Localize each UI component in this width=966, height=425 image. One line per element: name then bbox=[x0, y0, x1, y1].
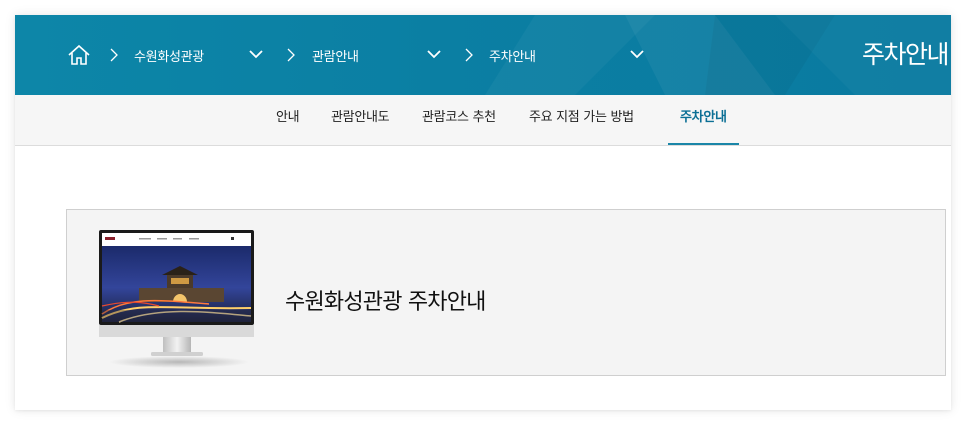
breadcrumb-separator-icon bbox=[465, 48, 473, 62]
chevron-down-icon bbox=[427, 50, 441, 59]
parking-banner: 수원화성관광 주차안내 bbox=[66, 209, 946, 376]
chevron-down-icon bbox=[249, 50, 263, 59]
monitor-screenshot-image bbox=[99, 230, 254, 368]
tab-guide[interactable]: 안내 bbox=[276, 95, 300, 145]
breadcrumb-separator-icon bbox=[287, 48, 295, 62]
tab-course-recommendation[interactable]: 관람코스 추천 bbox=[422, 95, 496, 145]
tab-viewing-map[interactable]: 관람안내도 bbox=[331, 95, 390, 145]
tab-directions[interactable]: 주요 지점 가는 방법 bbox=[529, 95, 634, 145]
breadcrumb-dropdown-1[interactable]: 수원화성관광 bbox=[134, 44, 264, 66]
chevron-down-icon bbox=[630, 50, 644, 59]
breadcrumb-dropdown-3[interactable]: 주차안내 bbox=[489, 44, 645, 66]
breadcrumb-separator-icon bbox=[110, 48, 118, 62]
home-icon[interactable] bbox=[67, 44, 91, 66]
tab-parking[interactable]: 주차안내 bbox=[668, 95, 739, 145]
sub-navigation: 안내 관람안내도 관람코스 추천 주요 지점 가는 방법 주차안내 bbox=[15, 95, 951, 146]
breadcrumb-dropdown-2[interactable]: 관람안내 bbox=[312, 44, 442, 66]
page-title: 주차안내 bbox=[861, 40, 950, 69]
location-bar: 수원화성관광 관람안내 주차안내 주차안내 bbox=[15, 15, 951, 95]
banner-title: 수원화성관광 주차안내 bbox=[285, 290, 486, 315]
breadcrumb-label: 주차안내 bbox=[489, 49, 536, 65]
breadcrumb-label: 관람안내 bbox=[312, 49, 359, 65]
breadcrumb-label: 수원화성관광 bbox=[134, 49, 204, 65]
